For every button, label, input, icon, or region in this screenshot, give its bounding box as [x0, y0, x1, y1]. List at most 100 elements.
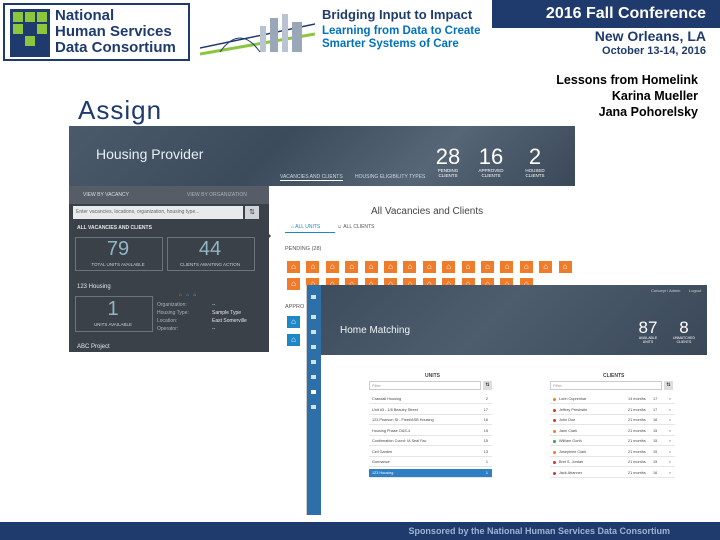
nav-icon[interactable]	[311, 345, 316, 349]
client-row[interactable]: William Gorth 21 months 15 ●	[550, 437, 675, 446]
status-dot-icon	[553, 398, 556, 401]
tab-all-units[interactable]: ⌂ ALL UNITS	[291, 224, 320, 230]
conference-banner: National Human Services Data Consortium …	[0, 0, 720, 64]
client-action-icon[interactable]: ●	[669, 406, 671, 415]
nav-icon[interactable]	[311, 330, 316, 334]
client-row[interactable]: John Doe 21 months 16 ●	[550, 416, 675, 425]
tab-view-by-vacancy[interactable]: VIEW BY VACANCY	[83, 192, 129, 198]
client-name: John Doe	[559, 418, 576, 422]
house-icon[interactable]: ⌂	[306, 261, 320, 273]
nav-icon[interactable]	[311, 375, 316, 379]
client-row[interactable]: Josephine Clark 21 months 15 ●	[550, 448, 675, 457]
house-icon[interactable]: ⌂	[422, 261, 436, 273]
status-dot-icon	[553, 450, 556, 454]
house-icon[interactable]: ⌂	[461, 261, 475, 273]
house-icon[interactable]: ⌂	[500, 261, 514, 273]
tab-housing-eligibility-types[interactable]: HOUSING ELIGIBILITY TYPES	[355, 174, 425, 180]
nav-icon[interactable]	[311, 295, 316, 299]
unit-row[interactable]: Confirmation Coord: IA Seal Fac 15	[369, 437, 492, 446]
client-action-icon[interactable]: ●	[669, 437, 671, 446]
unit-row[interactable]: Gormance 1	[369, 458, 492, 467]
logo-text: National Human Services Data Consortium	[55, 8, 176, 56]
house-icon[interactable]: ⌂	[519, 261, 533, 273]
clients-filter-input[interactable]: Filter	[550, 381, 662, 390]
house-icon[interactable]: ⌂	[481, 261, 494, 273]
client-row[interactable]: Lorin Cuprenkar 14 months 17 ●	[550, 395, 675, 404]
status-dot-icon	[553, 440, 556, 443]
unit-name: Confirmation Coord: IA Seal Fac	[372, 439, 427, 443]
active-tab-underline	[285, 232, 335, 233]
units-sort-icon[interactable]: ⇅	[483, 381, 492, 390]
units-filter-input[interactable]: Filter	[369, 381, 481, 390]
house-icon[interactable]: ⌂	[287, 261, 300, 273]
house-icon[interactable]: ⌂	[325, 261, 339, 273]
lessons-title: Lessons from Homelink	[556, 73, 698, 87]
nav-icon[interactable]	[311, 390, 316, 394]
house-icon[interactable]: ⌂	[539, 261, 553, 273]
sidebar-tabs: VIEW BY VACANCY VIEW BY ORGANIZATION	[69, 186, 269, 204]
stat-value: 87	[638, 318, 658, 337]
client-score: 16	[653, 418, 658, 422]
unit-row[interactable]: Unit #3 - 1/8 Beaulry Street 17	[369, 406, 492, 415]
housing-provider-header: Housing Provider 28 PENDING CLIENTS 16 A…	[69, 126, 575, 186]
home-matching-screenshot: Home Matching Concept / Admin Logout 87 …	[306, 285, 707, 515]
sidebar-search-input[interactable]: Enter vacancies, locations, organization…	[73, 206, 243, 219]
client-action-icon[interactable]: ●	[669, 416, 671, 425]
unit-name: 123 Housing	[372, 470, 394, 475]
client-action-icon[interactable]: ●	[669, 469, 671, 478]
unit-row[interactable]: Cell Garden 13	[369, 448, 492, 457]
unit-row[interactable]: Crandall Housing 2	[369, 395, 492, 404]
left-nav-rail	[307, 285, 321, 515]
sort-icon[interactable]: ⇅	[245, 206, 259, 219]
client-row[interactable]: Jeffrey Preshstle 21 months 17 ●	[550, 406, 675, 415]
tab-view-by-organization[interactable]: VIEW BY ORGANIZATION	[187, 192, 247, 198]
unit-row[interactable]: Housing Phase OAS-4 15	[369, 427, 492, 436]
client-row[interactable]: Jack Abanner 21 months 16 ●	[550, 469, 675, 478]
units-column-header: UNITS	[425, 373, 440, 379]
unit-name: Housing Phase OAS-4	[372, 428, 411, 433]
clients-awaiting-label: CLIENTS AWAITING ACTION	[180, 262, 240, 267]
stat-value: 28	[435, 144, 461, 169]
next-project-name[interactable]: ABC Project	[77, 344, 110, 350]
house-icon[interactable]: ⌂	[287, 334, 300, 346]
tab-all-clients[interactable]: ☺ ALL CLIENTS	[337, 224, 374, 230]
house-icon[interactable]: ⌂	[345, 261, 359, 273]
presenter-1: Karina Mueller	[611, 89, 698, 103]
client-row[interactable]: Jane Clark 21 months 15 ●	[550, 427, 675, 436]
unit-row[interactable]: 123 Pearson St - Fleet/ASB Housing 16	[369, 416, 492, 425]
house-icon[interactable]: ⌂	[558, 261, 572, 273]
presenter-2: Jana Pohorelsky	[598, 105, 698, 119]
house-icon[interactable]: ⌂	[442, 261, 456, 273]
unit-count: 2	[485, 397, 488, 401]
detail-key: Housing Type:	[157, 310, 189, 316]
tab-vacancies-and-clients[interactable]: VACANCIES AND CLIENTS	[280, 174, 343, 181]
unit-name: 123 Pearson St - Fleet/ASB Housing	[372, 418, 434, 422]
housing-provider-title: Housing Provider	[96, 146, 204, 162]
client-action-icon[interactable]: ●	[669, 427, 671, 436]
home-matching-title: Home Matching	[340, 325, 411, 336]
project-name[interactable]: 123 Housing	[77, 284, 111, 290]
nav-icon[interactable]	[311, 405, 316, 409]
house-icon[interactable]: ⌂	[287, 278, 300, 290]
client-wait-time: 14 months	[628, 397, 646, 401]
tagline-sub-line-1: Learning from Data to Create	[322, 25, 481, 37]
client-action-icon[interactable]: ●	[669, 458, 671, 467]
client-action-icon[interactable]: ●	[669, 395, 671, 404]
footer-text: Sponsored by the National Human Services…	[408, 526, 670, 536]
logo-grid-icon	[10, 9, 50, 57]
nav-icon[interactable]	[311, 360, 316, 364]
house-icon[interactable]: ⌂	[287, 316, 300, 328]
house-icon[interactable]: ⌂	[384, 261, 397, 273]
unit-row[interactable]: 123 Housing 1	[369, 468, 492, 478]
logo-line-1: National	[55, 7, 115, 24]
clients-sort-icon[interactable]: ⇅	[664, 381, 673, 390]
house-icon[interactable]: ⌂	[364, 261, 378, 273]
nav-icon[interactable]	[311, 315, 316, 319]
house-icon[interactable]: ⌂	[403, 261, 417, 273]
detail-value: --	[212, 326, 216, 332]
client-row[interactable]: Bret S. Jordan 21 months 15 ●	[550, 458, 675, 467]
logout-link[interactable]: Logout	[689, 288, 701, 293]
admin-link[interactable]: Concept / Admin	[651, 288, 680, 293]
client-action-icon[interactable]: ●	[669, 448, 671, 457]
client-name: William Gorth	[559, 439, 582, 443]
